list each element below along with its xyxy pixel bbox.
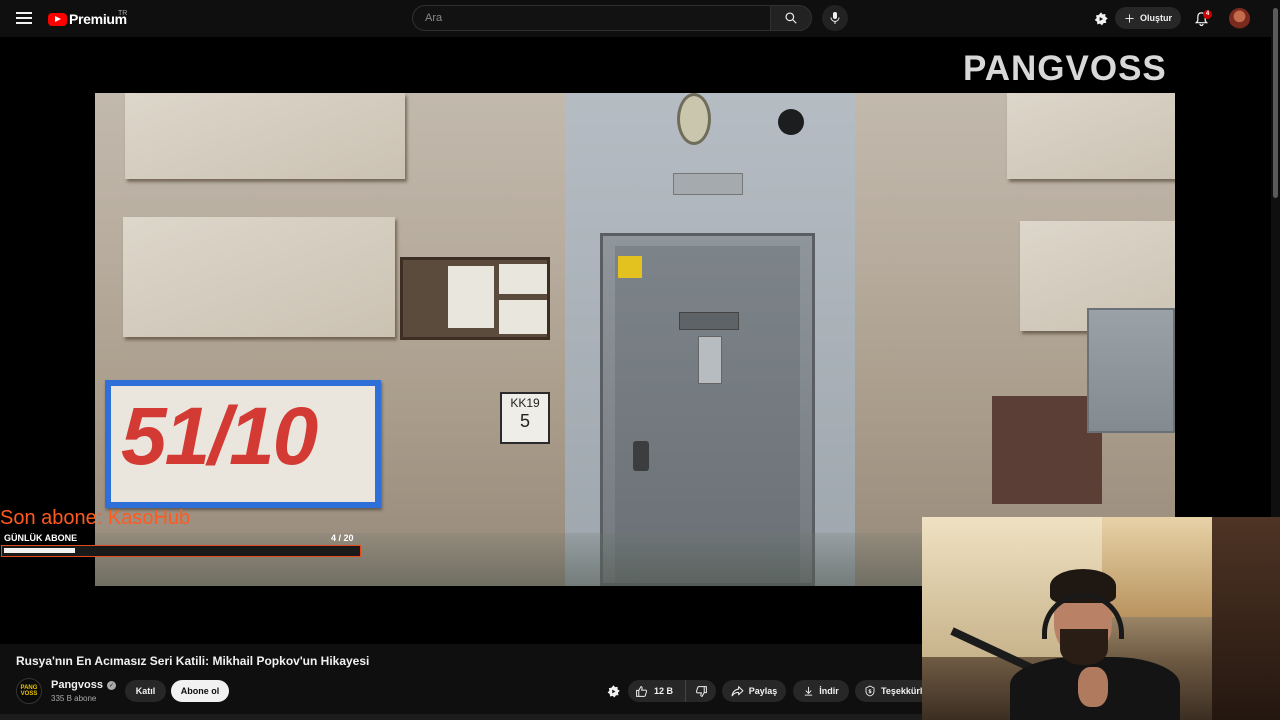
subscriber-goal-overlay: Son abone: KasoHub GÜNLÜK ABONE 4 / 20	[0, 507, 362, 563]
voice-search-button[interactable]	[822, 5, 848, 31]
electrical-box	[1087, 308, 1175, 433]
top-bar: Premium TR Oluştur 4	[0, 0, 1280, 37]
verified-check-icon: ✓	[106, 680, 116, 690]
thumbs-up-icon	[636, 685, 648, 697]
mail-slot	[679, 312, 739, 330]
notice-paper	[499, 300, 547, 334]
wall-box	[992, 396, 1102, 504]
cctv-sticker	[618, 256, 642, 278]
like-count: 12 B	[654, 686, 674, 696]
wall-lamp	[677, 93, 711, 145]
download-label: İndir	[819, 686, 839, 696]
daily-goal-progress-bar	[1, 545, 361, 557]
thanks-icon: $	[865, 685, 875, 697]
create-button[interactable]: Oluştur	[1115, 7, 1181, 29]
join-button[interactable]: Katıl	[125, 680, 166, 702]
daily-goal-count: 4 / 20	[331, 533, 354, 543]
channel-watermark: PANGVOSS	[963, 49, 1167, 88]
share-button[interactable]: Paylaş	[722, 680, 786, 702]
user-avatar[interactable]	[1229, 8, 1250, 29]
download-icon	[805, 686, 813, 696]
streamer-hand	[1078, 667, 1108, 707]
thanks-label: Teşekkürl	[881, 686, 923, 696]
address-sign: 51/10	[105, 380, 381, 508]
like-button[interactable]: 12 B	[628, 680, 686, 702]
kk-sign-top: KK19	[510, 396, 540, 410]
svg-text:$: $	[868, 689, 872, 695]
plus-icon	[1125, 13, 1134, 23]
security-camera	[778, 109, 804, 135]
intercom-keypad	[698, 336, 722, 384]
region-code: TR	[118, 10, 128, 17]
wall-panel	[1007, 93, 1175, 179]
youtube-play-icon	[48, 12, 67, 26]
kk-sign: KK19 5	[500, 392, 550, 444]
notice-paper	[448, 266, 494, 328]
channel-avatar[interactable]: PANG VOSS	[16, 678, 42, 704]
notification-count-badge: 4	[1203, 10, 1212, 19]
webcam-shelf	[1102, 517, 1212, 617]
channel-name[interactable]: Pangvoss	[51, 679, 103, 691]
mic-icon	[830, 12, 840, 24]
create-label: Oluştur	[1139, 13, 1172, 23]
wall-panel	[123, 217, 395, 337]
scrollbar-thumb[interactable]	[1273, 8, 1278, 198]
channel-name-row[interactable]: Pangvoss ✓	[51, 679, 116, 691]
premium-badge-icon	[607, 685, 620, 698]
youtube-premium-logo[interactable]: Premium TR	[48, 10, 127, 28]
premium-action-button[interactable]	[605, 683, 622, 700]
channel-avatar-text: PANG VOSS	[20, 685, 38, 697]
door-handle	[633, 441, 649, 471]
search-icon	[785, 12, 797, 24]
premium-badge-icon	[1094, 12, 1108, 26]
description-box-edge	[0, 714, 922, 720]
search-input[interactable]	[412, 5, 770, 31]
door-sign	[673, 173, 743, 195]
search-bar	[412, 5, 812, 31]
thumbs-down-icon	[695, 685, 707, 697]
wall-panel	[125, 93, 405, 179]
premium-badge-button[interactable]	[1092, 10, 1110, 28]
notice-board	[400, 257, 550, 340]
address-number: 51/10	[121, 391, 318, 482]
webcam-background	[1212, 517, 1280, 720]
streamer-webcam	[922, 517, 1280, 720]
subscribe-button[interactable]: Abone ol	[171, 680, 229, 702]
share-label: Paylaş	[748, 686, 778, 696]
like-dislike-group: 12 B	[628, 680, 716, 702]
daily-goal-label: GÜNLÜK ABONE	[4, 533, 78, 543]
video-title: Rusya'nın En Acımasız Seri Katili: Mikha…	[16, 654, 370, 668]
hamburger-icon[interactable]	[16, 12, 32, 24]
subscriber-count: 335 B abone	[51, 694, 97, 703]
notice-paper	[499, 264, 547, 294]
kk-sign-bottom: 5	[519, 411, 530, 431]
share-arrow-icon	[731, 686, 744, 697]
download-button[interactable]: İndir	[793, 680, 849, 702]
last-subscriber-text: Son abone: KasoHub	[0, 507, 191, 529]
search-button[interactable]	[770, 5, 812, 31]
dislike-button[interactable]	[686, 680, 716, 702]
daily-goal-progress-fill	[4, 548, 75, 553]
